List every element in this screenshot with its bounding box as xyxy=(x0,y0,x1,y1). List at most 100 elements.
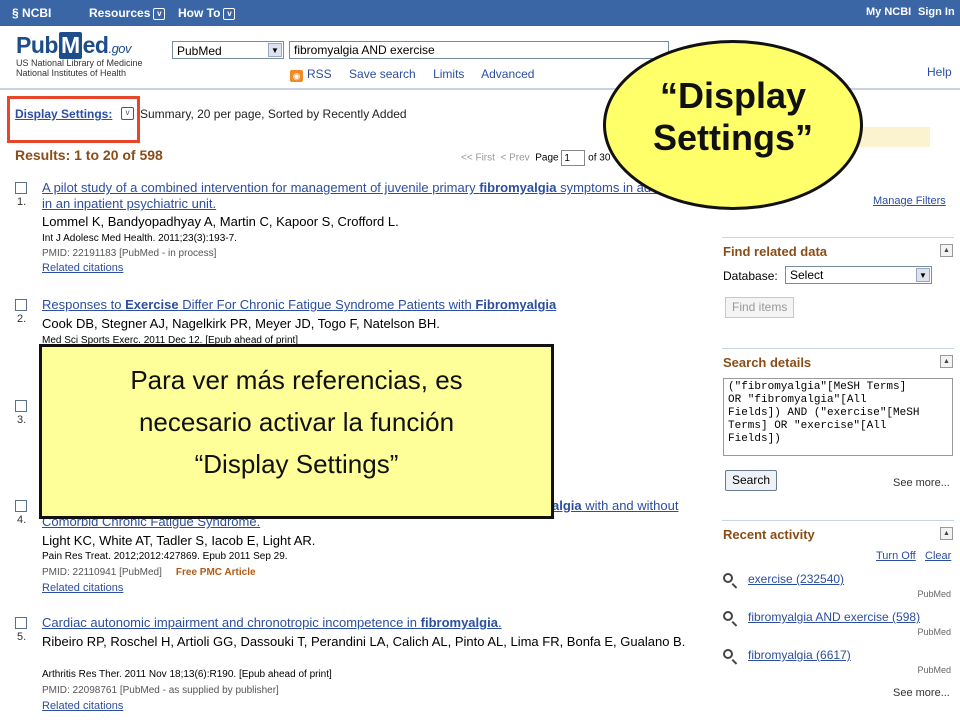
title-highlight: Exercise xyxy=(125,297,179,312)
title-text: Responses to xyxy=(42,297,126,312)
callout-box-line: “Display Settings” xyxy=(194,449,399,479)
collapse-icon[interactable]: ▲ xyxy=(940,527,953,540)
result-title-link[interactable]: algia with and without xyxy=(552,498,712,514)
search-details-query[interactable]: ("fibromyalgia"[MeSH Terms] OR "fibromya… xyxy=(723,378,953,456)
sign-in-link[interactable]: Sign In xyxy=(918,6,955,18)
related-citations-link[interactable]: Related citations xyxy=(42,582,123,594)
database-select[interactable]: PubMed ▼ xyxy=(172,41,284,59)
recent-activity-link[interactable]: exercise (232540) xyxy=(748,572,844,586)
chevron-down-icon: ▼ xyxy=(916,268,930,282)
result-pmid: PMID: 22098761 [PubMed - as supplied by … xyxy=(42,685,279,696)
title-highlight: Fibromyalgia xyxy=(475,297,557,312)
search-details-button[interactable]: Search xyxy=(725,470,778,491)
section-title: Recent activity xyxy=(723,527,815,542)
result-checkbox[interactable] xyxy=(15,182,27,194)
ncbi-helix-icon: § xyxy=(12,6,19,20)
rss-link[interactable]: RSS xyxy=(307,67,332,81)
instruction-callout-box: Para ver más referencias, es necesario a… xyxy=(39,344,554,519)
ncbi-top-bar: § NCBI Resources v How To v My NCBI Sign I… xyxy=(0,0,960,26)
collapse-icon[interactable]: ▲ xyxy=(940,244,953,257)
result-number: 2. xyxy=(17,313,27,325)
manage-filters-link[interactable]: Manage Filters xyxy=(873,195,946,207)
recent-activity-link[interactable]: fibromyalgia AND exercise (598) xyxy=(748,610,920,624)
limits-link[interactable]: Limits xyxy=(433,67,464,81)
callout-box-line: necesario activar la función xyxy=(138,407,455,437)
see-more-link[interactable]: See more... xyxy=(893,687,950,699)
result-checkbox[interactable] xyxy=(15,617,27,629)
result-journal: Int J Adolesc Med Health. 2011;23(3):193… xyxy=(42,233,237,244)
chevron-down-icon: ▼ xyxy=(268,43,282,57)
related-citations-link[interactable]: Related citations xyxy=(42,700,123,712)
section-title: Search details xyxy=(723,355,812,370)
turn-off-link[interactable]: Turn Off xyxy=(876,550,916,562)
result-authors: Ribeiro RP, Roschel H, Artioli GG, Dasso… xyxy=(42,634,686,649)
result-checkbox[interactable] xyxy=(15,400,27,412)
title-text: Differ For Chronic Fatigue Syndrome Pati… xyxy=(178,297,476,312)
result-authors: Cook DB, Stegner AJ, Nagelkirk PR, Meyer… xyxy=(42,316,440,331)
title-text: . xyxy=(497,615,502,630)
search-input[interactable] xyxy=(289,41,669,59)
pubmed-logo[interactable]: Pub Med.gov xyxy=(16,32,132,59)
recent-activity-item[interactable]: exercise (232540) PubMed xyxy=(723,572,955,606)
result-checkbox[interactable] xyxy=(15,299,27,311)
ncbi-logo-text: NCBI xyxy=(22,6,52,20)
clear-link[interactable]: Clear xyxy=(925,550,951,562)
result-number: 4. xyxy=(17,514,27,526)
result-pmid: PMID: 22191183 [PubMed - in process] xyxy=(42,248,216,259)
result-title-link[interactable]: Cardiac autonomic impairment and chronot… xyxy=(42,615,712,631)
title-highlight: fibromyalgia xyxy=(479,180,557,195)
display-settings-link[interactable]: Display Settings: xyxy=(15,107,112,121)
first-page-link[interactable]: << First xyxy=(461,153,495,164)
search-toolbar: ◉ RSS Save search Limits Advanced xyxy=(290,67,548,82)
related-database-select[interactable]: Select ▼ xyxy=(785,266,932,284)
prev-page-link[interactable]: < Prev xyxy=(500,153,529,164)
how-to-label: How To xyxy=(178,6,221,20)
recent-activity-source: PubMed xyxy=(917,665,951,675)
title-text: A pilot study of a combined intervention… xyxy=(42,180,480,195)
chevron-down-icon[interactable]: v xyxy=(121,107,134,120)
free-pmc-article-badge[interactable]: Free PMC Article xyxy=(176,567,256,578)
database-label: Database: xyxy=(723,269,778,283)
result-pmid: PMID: 22110941 [PubMed] Free PMC Article xyxy=(42,567,256,578)
related-citations-link[interactable]: Related citations xyxy=(42,262,123,274)
ncbi-logo[interactable]: § NCBI xyxy=(12,6,51,20)
result-journal: Pain Res Treat. 2012;2012:427869. Epub 2… xyxy=(42,551,288,562)
chevron-down-icon: v xyxy=(153,8,166,20)
result-journal: Arthritis Res Ther. 2011 Nov 18;13(6):R1… xyxy=(42,669,332,680)
see-more-link[interactable]: See more... xyxy=(893,477,950,489)
rss-icon[interactable]: ◉ xyxy=(290,70,303,82)
recent-activity-link[interactable]: fibromyalgia (6617) xyxy=(748,648,851,662)
collapse-icon[interactable]: ▲ xyxy=(940,355,953,368)
result-number: 3. xyxy=(17,414,27,426)
logo-subtitle-nlm: US National Library of Medicine xyxy=(16,58,143,68)
pager: << First < Prev Page of 30 xyxy=(461,150,610,166)
resources-menu[interactable]: Resources v xyxy=(89,6,166,20)
resources-label: Resources xyxy=(89,6,151,20)
help-link[interactable]: Help xyxy=(927,65,952,79)
result-title-link[interactable]: Responses to Exercise Differ For Chronic… xyxy=(42,297,712,313)
result-title-link[interactable]: A pilot study of a combined intervention… xyxy=(42,180,712,212)
my-ncbi-link[interactable]: My NCBI xyxy=(866,6,911,18)
find-items-button[interactable]: Find items xyxy=(725,297,795,318)
display-settings-summary: Summary, 20 per page, Sorted by Recently… xyxy=(140,107,407,121)
page-label: Page xyxy=(535,152,559,164)
page-number-input[interactable] xyxy=(561,150,586,166)
recent-activity-item[interactable]: fibromyalgia (6617) PubMed xyxy=(723,648,955,682)
section-title: Find related data xyxy=(723,244,828,259)
recent-activity-item[interactable]: fibromyalgia AND exercise (598) PubMed xyxy=(723,610,955,644)
related-database-value: Select xyxy=(790,268,824,282)
save-search-link[interactable]: Save search xyxy=(349,67,416,81)
title-text: with and without xyxy=(581,498,679,513)
search-icon xyxy=(723,573,733,583)
search-icon xyxy=(723,649,733,659)
title-highlight: algia xyxy=(552,498,582,513)
title-text: Cardiac autonomic impairment and chronot… xyxy=(42,615,421,630)
result-checkbox[interactable] xyxy=(15,500,27,512)
advanced-link[interactable]: Advanced xyxy=(481,67,534,81)
result-authors: Lommel K, Bandyopadhyay A, Martin C, Kap… xyxy=(42,214,399,229)
logo-ed-text: ed xyxy=(82,32,109,58)
chevron-down-icon: v xyxy=(223,8,236,20)
pmid-text: PMID: 22098761 [PubMed - as supplied by … xyxy=(42,685,279,696)
how-to-menu[interactable]: How To v xyxy=(178,6,236,20)
callout-oval-line: “Display xyxy=(659,75,807,116)
